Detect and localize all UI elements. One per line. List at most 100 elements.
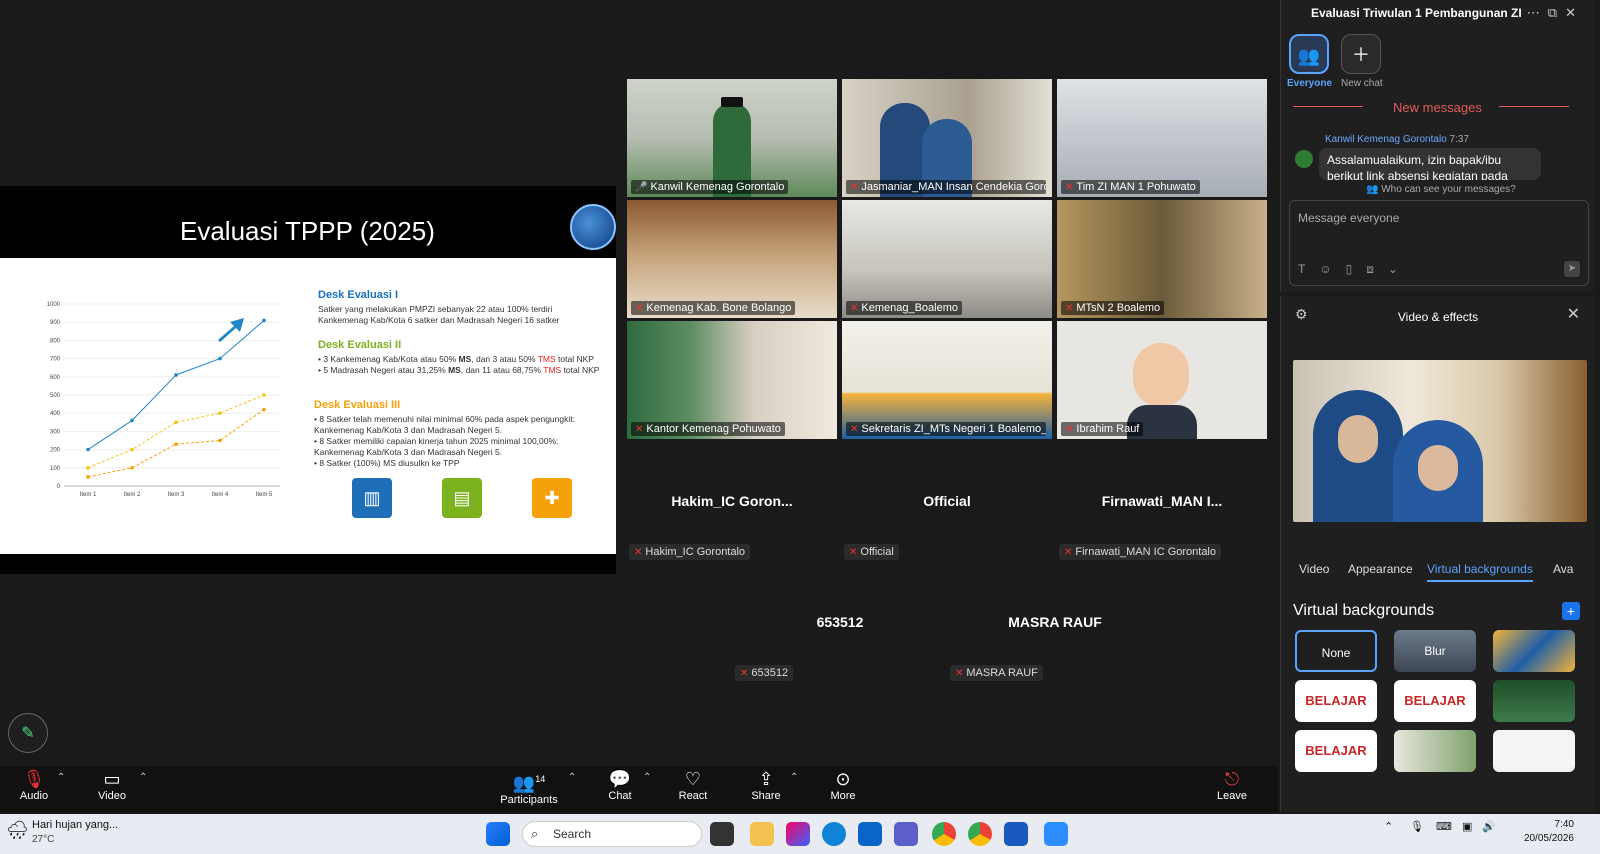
participant-no-video[interactable]: 653512	[735, 614, 945, 630]
x-tick-label: Item 3	[168, 492, 185, 498]
share-caret[interactable]: ⌃	[790, 772, 798, 783]
popout-icon[interactable]: ⧉	[1548, 5, 1565, 20]
participant-no-video[interactable]: Official	[842, 493, 1052, 509]
more-icon[interactable]: ⋯	[1527, 5, 1548, 20]
taskbar-search[interactable]: ⌕ Search	[522, 821, 702, 847]
bg-none[interactable]: None	[1295, 630, 1377, 672]
participant-no-video[interactable]: Hakim_IC Goron...	[627, 493, 837, 509]
video-preview	[1293, 360, 1587, 522]
video-caret[interactable]: ⌃	[139, 772, 147, 783]
bg-thumbnail[interactable]	[1394, 730, 1476, 772]
weather-text[interactable]: Hari hujan yang...	[32, 819, 118, 831]
desk-evaluasi-1: Desk Evaluasi I Satker yang melakukan PM…	[318, 290, 598, 326]
participant-name: 🎤 Kanwil Kemenag Gorontalo	[631, 180, 789, 194]
x-tick-label: Item 5	[256, 492, 273, 498]
participant-name: ✕ Tim ZI MAN 1 Pohuwato	[1061, 180, 1200, 194]
new-messages-label: New messages	[1393, 100, 1482, 115]
participant-no-video[interactable]: Firnawati_MAN I...	[1057, 493, 1267, 509]
file-icon[interactable]: ▯	[1346, 262, 1367, 276]
data-point	[218, 356, 222, 361]
video-button[interactable]: ▭ Video	[92, 766, 132, 802]
data-point	[218, 438, 222, 443]
speaker-icon[interactable]: 🔊	[1482, 820, 1496, 833]
network-icon[interactable]: ▣	[1462, 820, 1472, 833]
bg-thumbnail[interactable]	[1493, 730, 1575, 772]
search-icon: ⌕	[531, 826, 539, 841]
video-tile[interactable]: ✕ Kemenag Kab. Bone Bolango	[627, 200, 837, 318]
emoji-icon[interactable]: ☺	[1319, 262, 1345, 276]
share-button[interactable]: ⇪ Share	[750, 766, 782, 802]
weather-icon[interactable]: 🌧	[6, 820, 29, 841]
chat-button[interactable]: 💬 Chat	[604, 766, 636, 802]
chat-caret[interactable]: ⌃	[643, 772, 651, 783]
chrome-icon[interactable]	[932, 822, 956, 846]
tab-video[interactable]: Video	[1299, 562, 1329, 576]
annotate-pen-button[interactable]: ✎	[8, 713, 48, 753]
message-bubble[interactable]: Assalamualaikum, izin bapak/ibu berikut …	[1319, 148, 1541, 180]
audio-button[interactable]: 🎙 Audio	[16, 766, 52, 802]
close-icon[interactable]: ✕	[1567, 304, 1580, 324]
copilot-icon[interactable]	[786, 822, 810, 846]
mic-icon[interactable]: 🎙	[1410, 820, 1424, 833]
tab-avatars[interactable]: Ava	[1553, 562, 1573, 576]
message-input[interactable]: Message everyone T☺▯⧈⌄ ➤	[1289, 200, 1589, 286]
y-tick-label: 100	[50, 466, 61, 472]
edge-icon[interactable]	[822, 822, 846, 846]
effects-tabs: Video Appearance Virtual backgrounds Ava	[1281, 562, 1595, 586]
outlook-icon[interactable]	[858, 822, 882, 846]
more-button[interactable]: ⊙ More	[828, 766, 858, 802]
word-icon[interactable]	[1004, 822, 1028, 846]
add-background-button[interactable]: +	[1562, 602, 1580, 620]
participant-no-video[interactable]: MASRA RAUF	[950, 614, 1160, 630]
slide-title-bar: Evaluasi TPPP (2025)	[0, 186, 616, 256]
participant-badge: ✕ Firnawati_MAN IC Gorontalo	[1059, 544, 1221, 560]
tab-appearance[interactable]: Appearance	[1348, 562, 1413, 576]
tab-virtual-backgrounds[interactable]: Virtual backgrounds	[1427, 562, 1533, 582]
keyboard-icon[interactable]: ⌨	[1436, 820, 1452, 833]
bg-thumbnail[interactable]: BELAJAR	[1394, 680, 1476, 722]
tab-everyone[interactable]: 👥	[1289, 34, 1329, 74]
bg-thumbnail[interactable]: BELAJAR	[1295, 680, 1377, 722]
data-point	[130, 466, 134, 470]
screenshot-icon[interactable]: ⧈	[1366, 262, 1388, 276]
participant-badge: ✕ 653512	[735, 665, 794, 681]
video-tile[interactable]: 🎤 Kanwil Kemenag Gorontalo	[627, 79, 837, 197]
video-tile[interactable]: ✕ Kantor Kemenag Pohuwato	[627, 321, 837, 439]
chevron-down-icon[interactable]: ⌄	[1388, 262, 1412, 276]
bg-thumbnail[interactable]: BELAJAR	[1295, 730, 1377, 772]
teams-icon[interactable]	[894, 822, 918, 846]
video-tile[interactable]: ✕ Jasmaniar_MAN Insan Cendekia Goro...	[842, 79, 1052, 197]
start-icon[interactable]	[486, 822, 510, 846]
divider	[1499, 106, 1569, 107]
leave-button[interactable]: ⎋ Leave	[1215, 766, 1249, 802]
chevron-up-icon[interactable]: ⌃	[1384, 820, 1393, 833]
leave-icon: ⎋	[1224, 769, 1240, 789]
desk-3-item: 8 Satker (100%) MS diusulkn ke TPP	[314, 458, 604, 469]
format-toolbar: T☺▯⧈⌄	[1298, 262, 1412, 277]
zoom-icon[interactable]	[1044, 822, 1068, 846]
tab-new-chat[interactable]: ＋	[1341, 34, 1381, 74]
participants-button[interactable]: 👥14 Participants	[498, 766, 560, 806]
who-can-see-link[interactable]: 👥 Who can see your messages?	[1366, 184, 1516, 195]
y-tick-label: 200	[50, 448, 61, 454]
close-icon[interactable]: ✕	[1565, 5, 1584, 20]
video-tile[interactable]: ✕ Ibrahim Rauf	[1057, 321, 1267, 439]
audio-caret[interactable]: ⌃	[57, 772, 65, 783]
chrome-profile-icon[interactable]	[968, 822, 992, 846]
react-button[interactable]: ♡ React	[676, 766, 710, 802]
participants-caret[interactable]: ⌃	[568, 772, 576, 783]
mic-off-icon: ✕	[850, 182, 859, 193]
text-format-icon[interactable]: T	[1298, 262, 1319, 276]
send-icon[interactable]: ➤	[1564, 261, 1580, 277]
task-view-icon[interactable]	[710, 822, 734, 846]
bg-thumbnail[interactable]	[1493, 680, 1575, 722]
people-icon: 👥14	[512, 773, 546, 793]
bg-blur[interactable]: Blur	[1394, 630, 1476, 672]
clock[interactable]: 7:40 20/05/2026	[1524, 818, 1574, 846]
file-explorer-icon[interactable]	[750, 822, 774, 846]
bg-thumbnail[interactable]	[1493, 630, 1575, 672]
video-tile[interactable]: ✕ MTsN 2 Boalemo	[1057, 200, 1267, 318]
video-tile[interactable]: ✕ Sekretaris ZI_MTs Negeri 1 Boalemo_...	[842, 321, 1052, 439]
video-tile[interactable]: ✕ Tim ZI MAN 1 Pohuwato	[1057, 79, 1267, 197]
video-tile[interactable]: ✕ Kemenag_Boalemo	[842, 200, 1052, 318]
